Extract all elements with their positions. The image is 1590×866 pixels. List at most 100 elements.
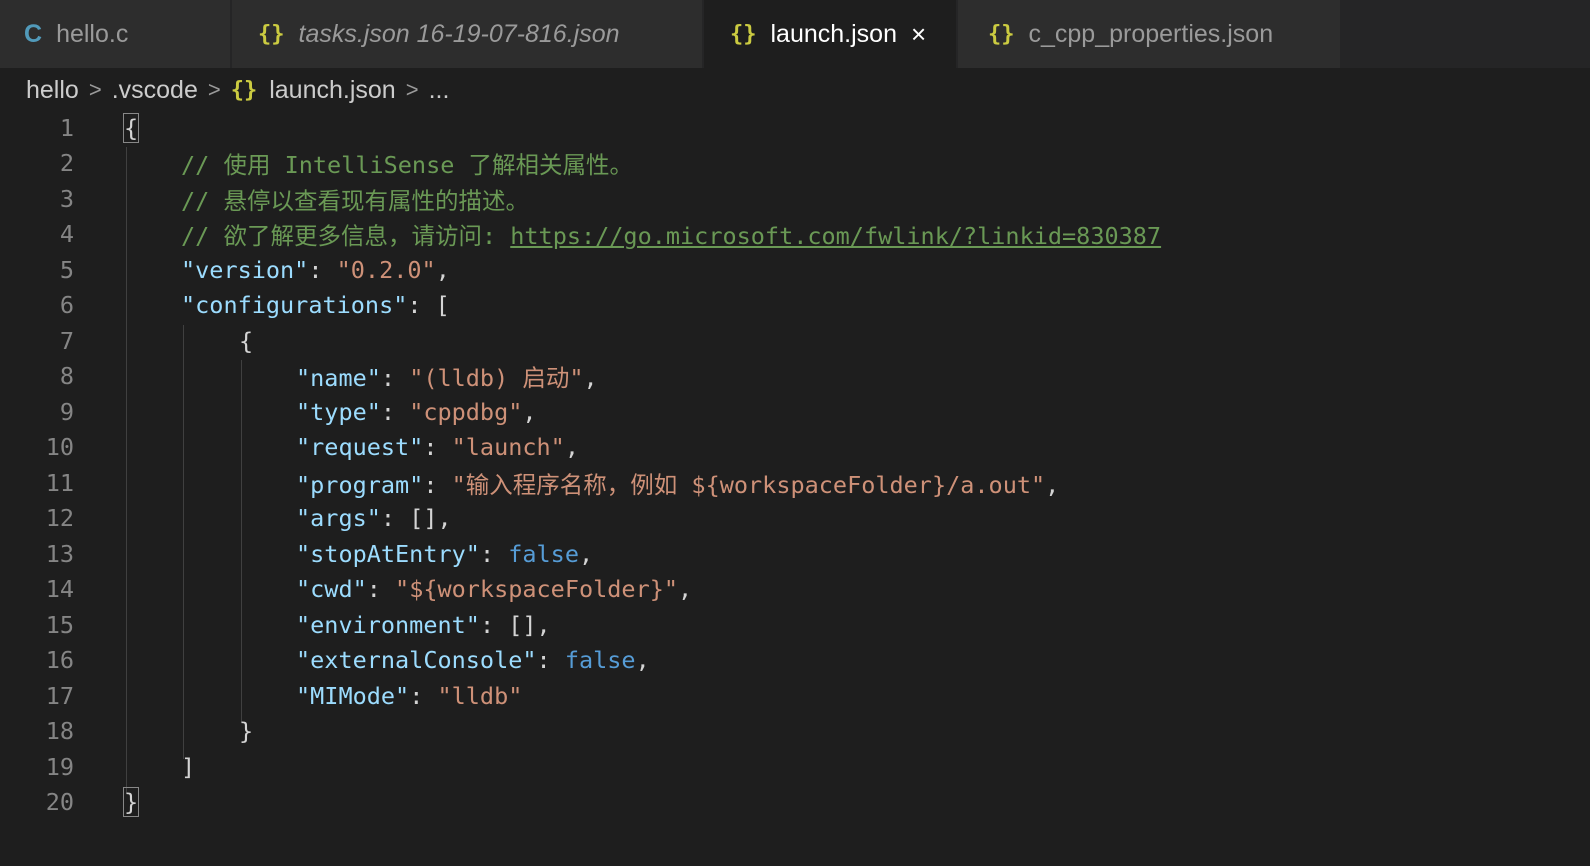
code-line: 11 "program": "输入程序名称，例如 ${workspaceFold… — [0, 465, 1590, 501]
code-text: "externalConsole": false, — [296, 646, 650, 674]
json-string: "(lldb) 启动" — [409, 364, 584, 393]
json-string: "launch" — [451, 433, 565, 462]
punctuation: , — [522, 397, 537, 426]
line-number: 8 — [59, 362, 74, 391]
code-line: 7 { — [0, 323, 1590, 359]
bracket-match-highlight: { — [122, 112, 140, 143]
tab-bar-empty-space — [1342, 0, 1590, 68]
punctuation: : — [308, 255, 337, 284]
line-number: 20 — [45, 788, 74, 817]
docs-link[interactable]: https://go.microsoft.com/fwlink/?linkid=… — [510, 222, 1161, 250]
code-text: "type": "cppdbg", — [296, 398, 537, 426]
code-line: 14 "cwd": "${workspaceFolder}", — [0, 572, 1590, 608]
code-line: 10 "request": "launch", — [0, 430, 1590, 466]
punctuation: , — [536, 610, 551, 639]
punctuation: [ — [435, 291, 450, 320]
json-array: [] — [409, 504, 438, 533]
json-string: "cppdbg" — [409, 397, 523, 426]
tab-label: launch.json — [770, 19, 897, 48]
code-text: "program": "输入程序名称，例如 ${workspaceFolder}… — [296, 466, 1059, 500]
line-number: 16 — [45, 646, 74, 675]
json-key: "version" — [181, 255, 309, 284]
code-text: "args": [], — [296, 504, 452, 532]
code-line: 12 "args": [], — [0, 501, 1590, 537]
code-text: { — [239, 326, 254, 355]
code-text: } — [122, 787, 140, 818]
code-line: 6 "configurations": [ — [0, 288, 1590, 324]
punctuation: , — [635, 646, 650, 675]
punctuation: : — [407, 291, 436, 320]
breadcrumb-item-symbols[interactable]: ... — [429, 76, 450, 105]
json-file-icon: {} — [730, 21, 757, 47]
json-key: "name" — [296, 364, 381, 393]
punctuation: : — [536, 646, 565, 675]
json-key: "stopAtEntry" — [296, 539, 480, 568]
json-boolean: false — [508, 539, 579, 568]
code-text: "configurations": [ — [181, 291, 450, 319]
line-number: 17 — [45, 681, 74, 710]
line-number: 3 — [59, 184, 74, 213]
json-file-icon: {} — [988, 21, 1015, 47]
json-string: "lldb" — [437, 681, 523, 710]
code-line: 8 "name": "(lldb) 启动", — [0, 359, 1590, 395]
json-boolean: false — [564, 646, 636, 675]
bracket-match-highlight: } — [122, 787, 140, 818]
close-icon[interactable]: × — [911, 21, 926, 47]
tab-c-cpp-properties-json[interactable]: {} c_cpp_properties.json — [958, 0, 1342, 68]
code-text: "environment": [], — [296, 611, 551, 639]
punctuation: : — [380, 397, 410, 426]
breadcrumb-item-hello[interactable]: hello — [26, 76, 79, 105]
json-key: "externalConsole" — [296, 646, 537, 675]
code-line: 1 { — [0, 110, 1590, 146]
code-line: 17 "MIMode": "lldb" — [0, 678, 1590, 714]
line-number: 2 — [59, 149, 74, 178]
code-text: // 欲了解更多信息，请访问: https://go.microsoft.com… — [181, 217, 1161, 251]
code-text: ] — [181, 752, 196, 781]
code-line: 3 // 悬停以查看现有属性的描述。 — [0, 181, 1590, 217]
punctuation: : — [409, 681, 438, 710]
punctuation: : — [423, 433, 452, 462]
code-line: 5 "version": "0.2.0", — [0, 252, 1590, 288]
line-number: 18 — [45, 717, 74, 746]
punctuation: , — [678, 575, 693, 604]
json-key: "configurations" — [181, 291, 408, 320]
punctuation: , — [435, 255, 450, 284]
line-number: 11 — [45, 468, 74, 497]
tab-hello-c[interactable]: C hello.c — [0, 0, 232, 68]
punctuation: : — [380, 504, 410, 533]
json-key: "environment" — [296, 610, 480, 639]
punctuation: , — [437, 504, 452, 533]
punctuation: , — [1045, 470, 1060, 499]
breadcrumb-item-launch-json[interactable]: launch.json — [269, 76, 395, 105]
tab-bar: C hello.c {} tasks.json 16-19-07-816.jso… — [0, 0, 1590, 68]
code-line: 4 // 欲了解更多信息，请访问: https://go.microsoft.c… — [0, 217, 1590, 253]
json-key: "type" — [296, 397, 381, 426]
punctuation: : — [423, 470, 452, 499]
code-text: // 使用 IntelliSense 了解相关属性。 — [181, 146, 633, 180]
tab-tasks-json[interactable]: {} tasks.json 16-19-07-816.json — [232, 0, 704, 68]
code-text: "name": "(lldb) 启动", — [296, 359, 598, 393]
json-string: "0.2.0" — [336, 255, 436, 284]
code-line: 15 "environment": [], — [0, 607, 1590, 643]
line-number: 10 — [45, 433, 74, 462]
line-number: 19 — [45, 752, 74, 781]
json-key: "args" — [296, 504, 381, 533]
line-number: 15 — [45, 610, 74, 639]
code-text: "MIMode": "lldb" — [296, 682, 522, 710]
line-number: 9 — [59, 397, 74, 426]
line-number: 1 — [59, 113, 74, 142]
punctuation: , — [578, 539, 594, 568]
json-string: "${workspaceFolder}" — [395, 575, 679, 604]
json-key: "MIMode" — [296, 681, 410, 710]
code-line: 18 } — [0, 714, 1590, 750]
line-number: 7 — [59, 326, 74, 355]
chevron-right-icon: > — [207, 77, 221, 102]
tab-label: hello.c — [56, 19, 129, 48]
json-file-icon: {} — [230, 77, 258, 103]
code-text: } — [239, 717, 254, 746]
code-editor[interactable]: 1 { 2 // 使用 IntelliSense 了解相关属性。 3 // 悬停… — [0, 110, 1590, 866]
tab-launch-json[interactable]: {} launch.json × — [704, 0, 958, 68]
punctuation: : — [479, 539, 509, 568]
breadcrumb-item-vscode[interactable]: .vscode — [112, 76, 198, 105]
code-line: 9 "type": "cppdbg", — [0, 394, 1590, 430]
